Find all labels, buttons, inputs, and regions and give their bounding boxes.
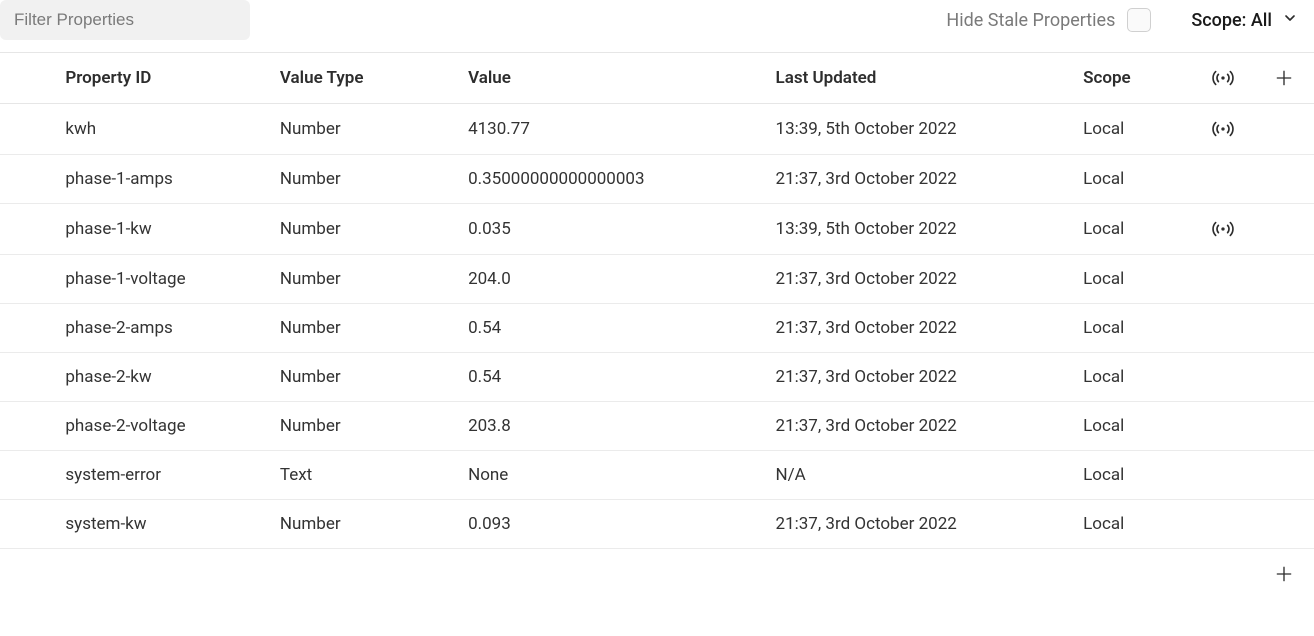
header-scope[interactable]: Scope (1063, 52, 1192, 104)
cell-live (1192, 500, 1254, 549)
cell-value-type: Number (260, 104, 448, 155)
header-value[interactable]: Value (448, 52, 755, 104)
table-row[interactable]: kwhNumber4130.7713:39, 5th October 2022L… (0, 104, 1314, 155)
cell-scope: Local (1063, 155, 1192, 204)
table-row[interactable]: system-kwNumber0.09321:37, 3rd October 2… (0, 500, 1314, 549)
cell-scope: Local (1063, 304, 1192, 353)
cell-value: 0.54 (448, 304, 755, 353)
cell-live (1192, 104, 1254, 155)
cell-scope: Local (1063, 402, 1192, 451)
broadcast-icon (1212, 218, 1234, 240)
header-add (1254, 52, 1314, 104)
cell-value: 0.35000000000000003 (448, 155, 755, 204)
cell-last-updated: 21:37, 3rd October 2022 (756, 353, 1064, 402)
cell-scope: Local (1063, 451, 1192, 500)
cell-last-updated: 21:37, 3rd October 2022 (756, 402, 1064, 451)
cell-scope: Local (1063, 500, 1192, 549)
header-live (1192, 52, 1254, 104)
hide-stale-label: Hide Stale Properties (946, 10, 1115, 31)
cell-live (1192, 255, 1254, 304)
scope-dropdown[interactable]: Scope: All (1191, 10, 1308, 31)
cell-value: 0.035 (448, 204, 755, 255)
add-property-footer-button[interactable] (1274, 564, 1294, 584)
cell-last-updated: 13:39, 5th October 2022 (756, 204, 1064, 255)
cell-live (1192, 353, 1254, 402)
cell-property-id: phase-2-kw (21, 353, 259, 402)
table-header-row: Property ID Value Type Value Last Update… (0, 52, 1314, 104)
header-last-updated[interactable]: Last Updated (756, 52, 1064, 104)
cell-last-updated: 21:37, 3rd October 2022 (756, 500, 1064, 549)
table-row[interactable]: phase-1-voltageNumber204.021:37, 3rd Oct… (0, 255, 1314, 304)
cell-last-updated: N/A (756, 451, 1064, 500)
toolbar: Hide Stale Properties Scope: All (0, 0, 1314, 52)
cell-value-type: Number (260, 155, 448, 204)
cell-scope: Local (1063, 353, 1192, 402)
hide-stale-toggle-group: Hide Stale Properties (946, 8, 1151, 32)
cell-last-updated: 21:37, 3rd October 2022 (756, 255, 1064, 304)
cell-value-type: Number (260, 500, 448, 549)
broadcast-icon (1212, 118, 1234, 140)
table-row[interactable]: phase-2-voltageNumber203.821:37, 3rd Oct… (0, 402, 1314, 451)
table-row[interactable]: phase-2-kwNumber0.5421:37, 3rd October 2… (0, 353, 1314, 402)
cell-property-id: phase-1-amps (21, 155, 259, 204)
table-row[interactable]: phase-1-ampsNumber0.3500000000000000321:… (0, 155, 1314, 204)
add-property-button[interactable] (1274, 68, 1294, 88)
cell-live (1192, 451, 1254, 500)
cell-value: 203.8 (448, 402, 755, 451)
cell-property-id: phase-1-voltage (21, 255, 259, 304)
cell-value: 0.54 (448, 353, 755, 402)
table-row[interactable]: phase-2-ampsNumber0.5421:37, 3rd October… (0, 304, 1314, 353)
cell-value-type: Number (260, 204, 448, 255)
cell-last-updated: 21:37, 3rd October 2022 (756, 304, 1064, 353)
filter-properties-input[interactable] (0, 0, 250, 40)
table-row[interactable]: phase-1-kwNumber0.03513:39, 5th October … (0, 204, 1314, 255)
cell-value: 0.093 (448, 500, 755, 549)
cell-value: None (448, 451, 755, 500)
cell-property-id: phase-1-kw (21, 204, 259, 255)
cell-scope: Local (1063, 255, 1192, 304)
cell-last-updated: 13:39, 5th October 2022 (756, 104, 1064, 155)
cell-value-type: Number (260, 255, 448, 304)
cell-live (1192, 402, 1254, 451)
cell-property-id: kwh (21, 104, 259, 155)
table-row[interactable]: system-errorTextNoneN/ALocal (0, 451, 1314, 500)
cell-property-id: system-kw (21, 500, 259, 549)
properties-table: Property ID Value Type Value Last Update… (0, 52, 1314, 598)
broadcast-icon (1212, 67, 1234, 89)
table-footer-row (0, 549, 1314, 598)
cell-scope: Local (1063, 104, 1192, 155)
cell-live (1192, 204, 1254, 255)
cell-live (1192, 155, 1254, 204)
scope-label: Scope: All (1191, 10, 1272, 31)
cell-value-type: Number (260, 304, 448, 353)
cell-value-type: Text (260, 451, 448, 500)
cell-property-id: phase-2-voltage (21, 402, 259, 451)
cell-scope: Local (1063, 204, 1192, 255)
chevron-down-icon (1282, 10, 1298, 31)
cell-property-id: system-error (21, 451, 259, 500)
hide-stale-checkbox[interactable] (1127, 8, 1151, 32)
header-property-id[interactable]: Property ID (21, 52, 259, 104)
cell-value-type: Number (260, 402, 448, 451)
header-value-type[interactable]: Value Type (260, 52, 448, 104)
cell-property-id: phase-2-amps (21, 304, 259, 353)
cell-value: 204.0 (448, 255, 755, 304)
cell-value-type: Number (260, 353, 448, 402)
cell-value: 4130.77 (448, 104, 755, 155)
cell-live (1192, 304, 1254, 353)
cell-last-updated: 21:37, 3rd October 2022 (756, 155, 1064, 204)
